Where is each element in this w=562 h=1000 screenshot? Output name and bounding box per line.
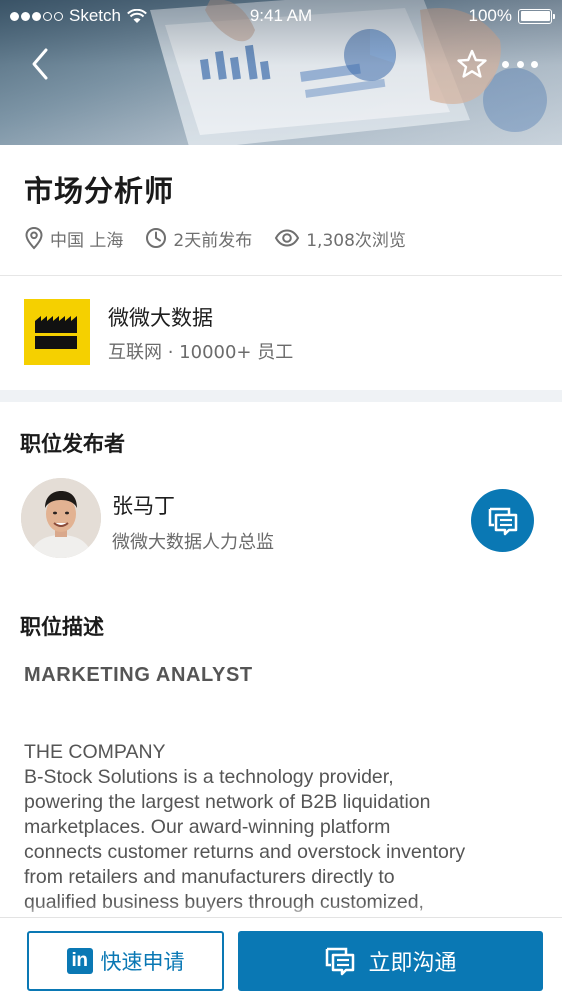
- linkedin-icon: in: [66, 948, 93, 974]
- more-dot-icon: [502, 60, 509, 68]
- star-outline-icon: [457, 49, 487, 78]
- battery-percent: 100%: [468, 6, 512, 25]
- description-line: B-Stock Solutions is a technology provid…: [24, 766, 394, 788]
- description-line: from retailers and manufacturers directl…: [24, 866, 395, 888]
- posted-meta: 2天前发布: [145, 226, 252, 251]
- company-info: 互联网 · 10000+ 员工: [108, 342, 294, 363]
- description-line: powering the largest network of B2B liqu…: [24, 791, 431, 813]
- quick-apply-label: 快速申请: [100, 950, 185, 974]
- poster-role: 微微大数据人力总监: [112, 532, 274, 553]
- factory-logo-icon: [35, 316, 77, 349]
- location-meta: 中国 上海: [24, 226, 123, 251]
- company-logo[interactable]: [24, 299, 90, 365]
- clock-icon: [146, 228, 167, 248]
- posted-text: 2天前发布: [173, 230, 253, 251]
- job-meta: 中国 上海 2天前发布 1,308次浏览: [24, 224, 428, 252]
- location-text: 中国 上海: [50, 230, 124, 251]
- header-image: Sketch 9:41 AM 100%: [0, 0, 562, 145]
- more-dot-icon: [516, 60, 524, 68]
- avatar[interactable]: [21, 478, 101, 558]
- message-button[interactable]: [471, 489, 534, 552]
- quick-apply-button[interactable]: in 快速申请: [27, 931, 224, 991]
- job-title: 市场分析师: [24, 174, 175, 208]
- status-right: 100%: [468, 6, 555, 26]
- section-separator: [0, 390, 562, 402]
- poster-section-title: 职位发布者: [20, 432, 125, 456]
- more-dot-icon: [531, 60, 538, 68]
- message-icon: [488, 507, 517, 535]
- message-icon: [326, 947, 355, 976]
- favorite-button[interactable]: [456, 48, 488, 80]
- battery-icon: [518, 8, 555, 24]
- eye-icon: [275, 229, 300, 247]
- status-bar: Sketch 9:41 AM 100%: [0, 0, 562, 32]
- chat-now-label: 立即沟通: [368, 951, 457, 976]
- views-text: 1,308次浏览: [306, 230, 406, 251]
- description-line: THE COMPANY: [24, 741, 166, 763]
- chat-now-button[interactable]: 立即沟通: [238, 931, 543, 991]
- divider: [0, 275, 562, 276]
- location-pin-icon: [25, 226, 43, 250]
- description-heading: MARKETING ANALYST: [24, 664, 253, 686]
- person-photo: [21, 478, 101, 558]
- chevron-left-icon: [32, 48, 48, 80]
- poster-name[interactable]: 张马丁: [112, 490, 175, 520]
- back-button[interactable]: [26, 44, 58, 84]
- description-line: connects customer returns and overstock …: [24, 841, 466, 863]
- description-body: THE COMPANY B-Stock Solutions is a techn…: [24, 740, 544, 915]
- more-button[interactable]: [502, 52, 538, 76]
- description-line: marketplaces. Our award-winning platform: [24, 816, 391, 838]
- company-name[interactable]: 微微大数据: [108, 302, 213, 332]
- description-section-title: 职位描述: [20, 615, 104, 639]
- description-line: qualified business buyers through custom…: [24, 891, 424, 913]
- views-meta: 1,308次浏览: [274, 226, 406, 251]
